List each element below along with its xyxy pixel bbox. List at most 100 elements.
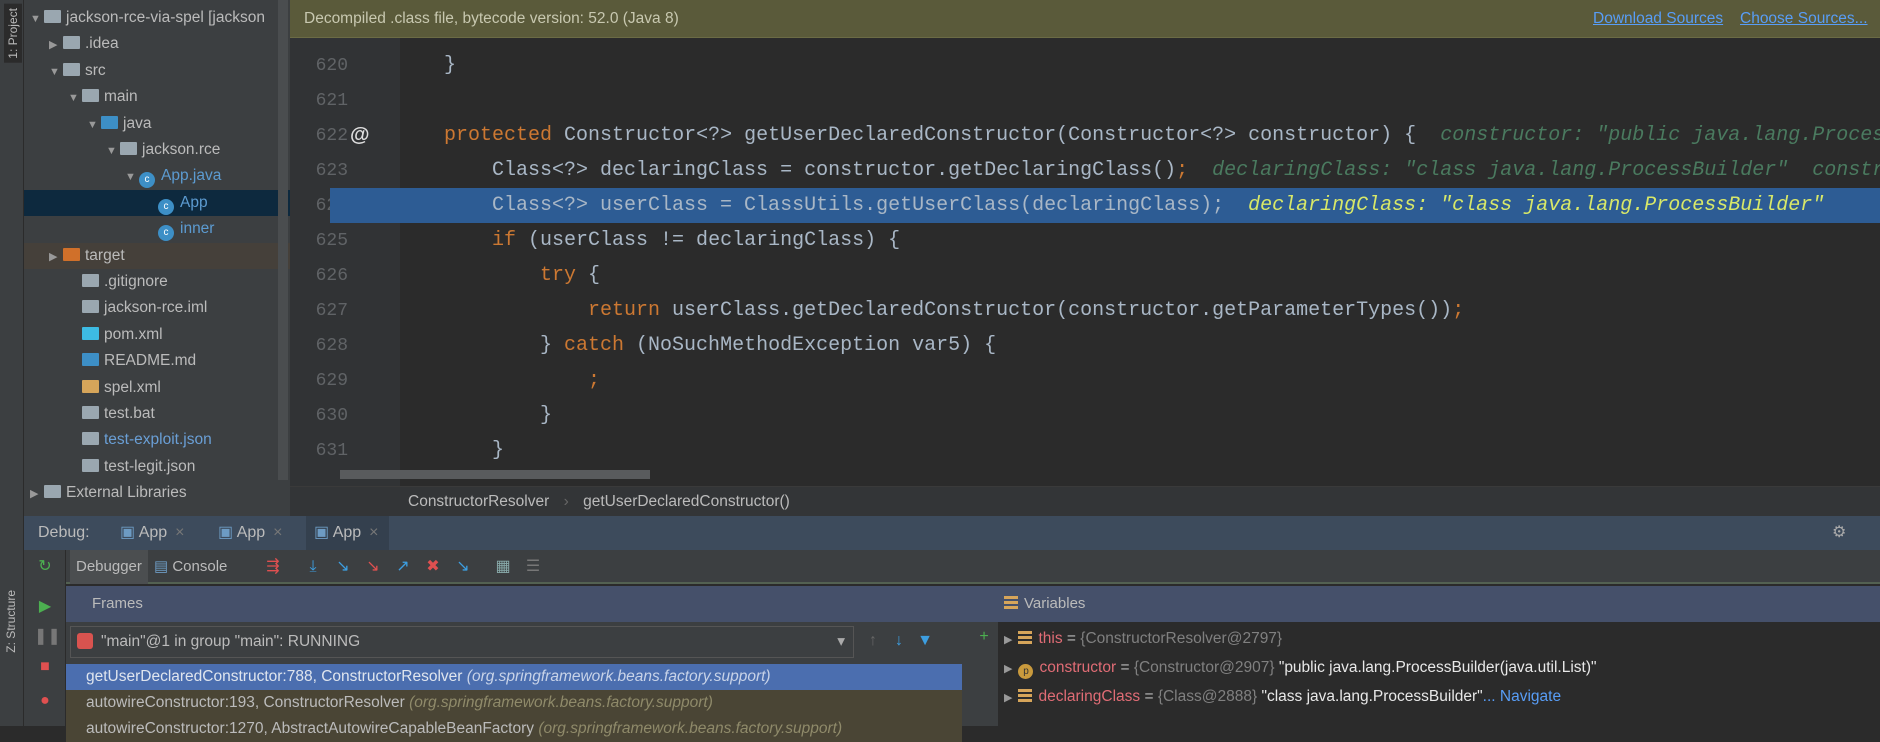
tree-item[interactable]: ▼ c App.java xyxy=(24,163,290,189)
line-number[interactable]: 630 xyxy=(298,406,348,426)
frame-item[interactable]: autowireConstructor:1270, AbstractAutowi… xyxy=(66,716,962,742)
tree-item[interactable]: README.md xyxy=(24,348,290,374)
tree-item[interactable]: .gitignore xyxy=(24,269,290,295)
line-number[interactable]: 623 xyxy=(298,161,348,181)
resume-icon[interactable]: ▶ xyxy=(34,596,56,618)
tree-item[interactable]: ▼ src xyxy=(24,58,290,84)
breadcrumb-class[interactable]: ConstructorResolver xyxy=(408,493,549,510)
project-tree-scrollbar[interactable] xyxy=(278,0,288,480)
tree-item[interactable]: jackson-rce.iml xyxy=(24,295,290,321)
tree-item[interactable]: ▼ java xyxy=(24,111,290,137)
line-number[interactable]: 621 xyxy=(298,91,348,111)
line-number[interactable]: 628 xyxy=(298,336,348,356)
expand-arrow-icon[interactable]: ▼ xyxy=(30,6,44,32)
expand-arrow-icon[interactable]: ▼ xyxy=(49,59,63,85)
navigate-link[interactable]: ... Navigate xyxy=(1483,688,1561,705)
frame-item[interactable]: autowireConstructor:193, ConstructorReso… xyxy=(66,690,962,716)
code-line[interactable]: } xyxy=(396,48,1880,83)
stop-icon[interactable]: ■ xyxy=(34,656,56,678)
step-into-icon[interactable]: ↘ xyxy=(332,556,354,578)
tree-item[interactable]: ▼ jackson.rce xyxy=(24,137,290,163)
close-icon[interactable]: × xyxy=(175,524,184,541)
structure-tool-button[interactable]: Z: Structure xyxy=(4,590,18,653)
code-line[interactable]: protected Constructor<?> getUserDeclared… xyxy=(396,118,1880,153)
editor-horizontal-scrollbar[interactable] xyxy=(340,470,650,479)
step-over-icon[interactable]: ⤓ xyxy=(302,556,324,578)
code-line[interactable]: return userClass.getDeclaredConstructor(… xyxy=(396,293,1880,328)
code-line[interactable]: } catch (NoSuchMethodException var5) { xyxy=(396,328,1880,363)
expand-arrow-icon[interactable]: ▼ xyxy=(68,85,82,111)
tree-item[interactable]: test-exploit.json xyxy=(24,427,290,453)
new-watch-icon[interactable]: + xyxy=(973,626,995,648)
tree-item[interactable]: ▼ main xyxy=(24,84,290,110)
expand-arrow-icon[interactable]: ▼ xyxy=(106,138,120,164)
drop-frame-icon[interactable]: ✖ xyxy=(422,556,444,578)
expand-arrow-icon[interactable]: ▶ xyxy=(1004,663,1012,675)
variable-item[interactable]: ▶ p constructor = {Constructor@2907} "publ… xyxy=(1004,655,1597,681)
expand-arrow-icon[interactable]: ▶ xyxy=(1004,634,1012,646)
trace-icon[interactable]: ☰ xyxy=(522,556,544,578)
step-out-icon[interactable]: ↗ xyxy=(392,556,414,578)
code-line[interactable]: if (userClass != declaringClass) { xyxy=(396,223,1880,258)
collapse-arrow-icon[interactable]: ▶ xyxy=(30,481,44,507)
frame-item[interactable]: getUserDeclaredConstructor:788, Construc… xyxy=(66,664,962,690)
code-editor[interactable]: 620621622@623624625626627628629630631 } … xyxy=(290,0,1880,486)
project-tool-button[interactable]: 1: Project xyxy=(4,4,22,63)
tree-item[interactable]: spel.xml xyxy=(24,375,290,401)
tree-item[interactable]: test.bat xyxy=(24,401,290,427)
filter-icon[interactable]: ▼ xyxy=(914,630,936,652)
debugger-tab[interactable]: Debugger xyxy=(70,550,148,584)
tree-item[interactable]: ▶ target xyxy=(24,242,290,270)
pause-icon[interactable]: ❚❚ xyxy=(34,626,61,648)
thread-selector[interactable]: "main"@1 in group "main": RUNNING ▾ xyxy=(70,626,854,658)
chevron-down-icon[interactable]: ▾ xyxy=(837,627,845,657)
console-tab[interactable]: ▤ Console xyxy=(154,550,227,584)
tree-item[interactable]: c inner xyxy=(24,216,290,242)
evaluate-expression-icon[interactable]: ▦ xyxy=(492,556,514,578)
code-line[interactable]: ; xyxy=(396,363,1880,398)
download-sources-link[interactable]: Download Sources xyxy=(1593,0,1723,38)
tree-item[interactable]: test-legit.json xyxy=(24,454,290,480)
line-number[interactable]: 620 xyxy=(298,56,348,76)
close-icon[interactable]: × xyxy=(273,524,282,541)
variable-item[interactable]: ▶ this = {ConstructorResolver@2797} xyxy=(1004,626,1282,652)
code-line[interactable]: } xyxy=(396,433,1880,468)
line-number[interactable]: 627 xyxy=(298,301,348,321)
line-number[interactable]: 625 xyxy=(298,231,348,251)
previous-frame-icon[interactable]: ↑ xyxy=(862,630,884,652)
line-number[interactable]: 631 xyxy=(298,441,348,461)
expand-arrow-icon[interactable]: ▶ xyxy=(1004,692,1012,704)
tree-item[interactable]: ▼ jackson-rce-via-spel [jackson xyxy=(24,5,290,31)
code-line[interactable]: Class<?> userClass = ClassUtils.getUserC… xyxy=(330,188,1880,223)
breadcrumb-method[interactable]: getUserDeclaredConstructor() xyxy=(583,493,790,510)
tree-item[interactable]: ▶ External Libraries xyxy=(24,480,290,506)
line-number[interactable]: 622 xyxy=(298,126,348,146)
code-line[interactable]: Class<?> declaringClass = constructor.ge… xyxy=(396,153,1880,188)
collapse-arrow-icon[interactable]: ▶ xyxy=(49,244,63,270)
variable-item[interactable]: ▶ declaringClass = {Class@2888} "class ja… xyxy=(1004,684,1561,710)
view-breakpoints-icon[interactable]: ● xyxy=(34,690,56,712)
code-line[interactable] xyxy=(396,83,1880,118)
line-number[interactable]: 626 xyxy=(298,266,348,286)
next-frame-icon[interactable]: ↓ xyxy=(888,630,910,652)
rerun-icon[interactable]: ↻ xyxy=(34,556,56,578)
override-marker-icon[interactable]: @ xyxy=(350,124,370,147)
collapse-arrow-icon[interactable]: ▶ xyxy=(49,32,63,58)
debug-tab-app-3[interactable]: ▣ App × xyxy=(306,516,389,550)
tree-item[interactable]: c App xyxy=(24,189,290,216)
debug-tab-app-1[interactable]: ▣ App × xyxy=(112,516,185,550)
show-execution-point-icon[interactable]: ⇶ xyxy=(262,556,284,578)
choose-sources-link[interactable]: Choose Sources... xyxy=(1740,0,1868,38)
tree-item[interactable]: ▶ .idea xyxy=(24,31,290,57)
force-step-into-icon[interactable]: ↘ xyxy=(362,556,384,578)
code-line[interactable]: try { xyxy=(396,258,1880,293)
expand-arrow-icon[interactable]: ▼ xyxy=(125,164,139,190)
close-icon[interactable]: × xyxy=(369,524,378,541)
line-number[interactable]: 629 xyxy=(298,371,348,391)
debug-tab-app-2[interactable]: ▣ App × xyxy=(210,516,283,550)
settings-gear-icon[interactable]: ⚙ xyxy=(1824,516,1846,550)
expand-arrow-icon[interactable]: ▼ xyxy=(87,112,101,138)
run-to-cursor-icon[interactable]: ↘ xyxy=(452,556,474,578)
code-line[interactable]: } xyxy=(396,398,1880,433)
tree-item[interactable]: pom.xml xyxy=(24,322,290,348)
